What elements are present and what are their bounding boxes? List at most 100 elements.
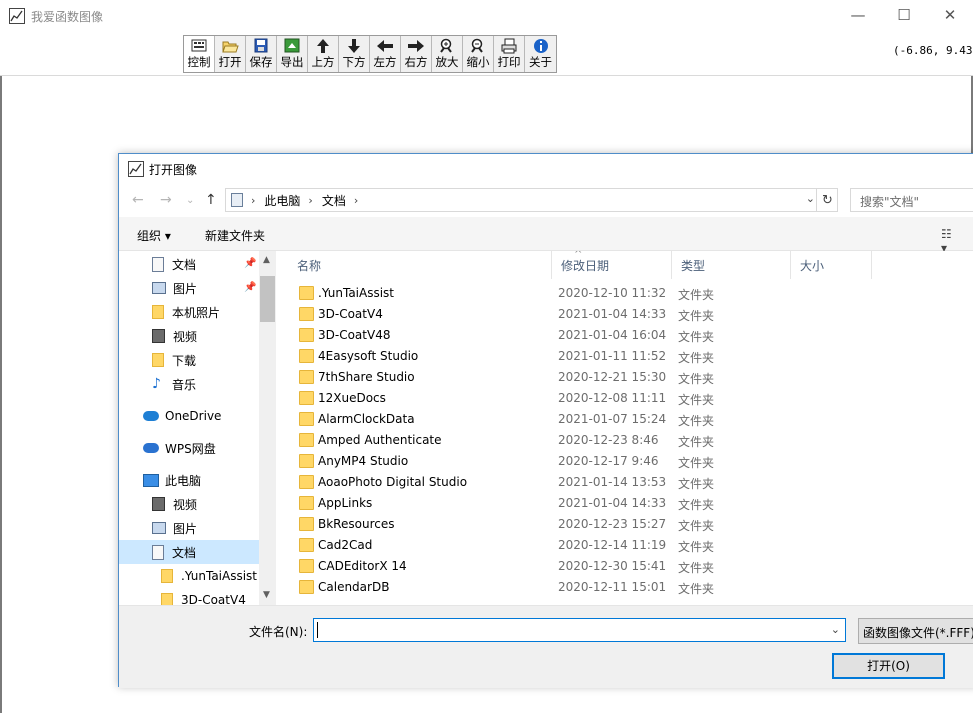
nav-item-videos[interactable]: 视频 [152,492,197,516]
back-arrow-icon[interactable]: ← [132,192,144,208]
text-caret [317,622,318,638]
pan-down-button[interactable]: 下方 [339,36,370,72]
recent-dropdown-icon[interactable]: ⌄ [186,195,194,206]
zoom-in-button[interactable]: 放大 [432,36,463,72]
onedrive-icon [143,411,159,421]
scroll-up-icon[interactable]: ▲ [263,255,270,265]
picture-icon [152,522,166,534]
computer-icon [143,474,159,487]
file-type-filter[interactable]: 函数图像文件(*.FFF) [858,618,973,644]
nav-item-3dcoatv4[interactable]: 3D-CoatV4 [161,588,246,605]
open-button[interactable]: 打开 [215,36,246,72]
new-folder-button[interactable]: 新建文件夹 [205,227,265,244]
file-type: 文件夹 [678,412,714,429]
nav-item-this-pc[interactable]: 此电脑 [143,468,201,492]
nav-pane-scrollbar[interactable]: ▲ ▼ [259,251,276,605]
nav-item-documents-quick[interactable]: 文档 [152,252,196,276]
control-button[interactable]: 控制 [184,36,215,72]
file-date: 2020-12-10 11:32 [558,286,666,300]
documents-location-icon [231,193,243,207]
save-button[interactable]: 保存 [246,36,277,72]
file-date: 2020-12-23 8:46 [558,433,659,447]
file-row[interactable]: 7thShare Studio2020-12-21 15:30文件夹 [277,367,973,388]
file-row[interactable]: BkResources2020-12-23 15:27文件夹 [277,514,973,535]
search-input[interactable]: 搜索"文档" [850,188,973,212]
command-bar: 组织 ▾ 新建文件夹 ☷ ▾ [119,217,973,251]
forward-arrow-icon[interactable]: → [160,192,172,208]
file-row[interactable]: 4Easysoft Studio2021-01-11 11:52文件夹 [277,346,973,367]
file-row[interactable]: AoaoPhoto Digital Studio2021-01-14 13:53… [277,472,973,493]
file-row[interactable]: AnyMP4 Studio2020-12-17 9:46文件夹 [277,451,973,472]
document-icon [152,257,164,272]
nav-item-videos-quick[interactable]: 视频 [152,324,197,348]
up-arrow-icon[interactable]: ↑ [205,192,217,208]
nav-item-music[interactable]: ♪ 音乐 [152,372,196,396]
chevron-down-icon[interactable]: ⌄ [831,623,840,636]
open-label: 打开 [219,55,242,69]
column-header-date[interactable]: 修改日期 [552,251,672,279]
scroll-down-icon[interactable]: ▼ [263,590,270,600]
folder-icon [299,391,314,405]
pan-right-button[interactable]: 右方 [401,36,432,72]
save-icon [252,38,270,54]
address-dropdown-icon[interactable]: ⌄ [806,192,815,205]
folder-icon [299,559,314,573]
minimize-icon: — [851,6,866,24]
breadcrumb-this-pc[interactable]: 此电脑 [264,192,300,209]
nav-item-downloads[interactable]: 下载 [152,348,196,372]
file-name: 3D-CoatV4 [318,307,383,321]
nav-item-yuntaiassist[interactable]: .YunTaiAssist [161,564,257,588]
export-button[interactable]: 导出 [277,36,308,72]
about-button[interactable]: 关于 [525,36,556,72]
minimize-button[interactable]: — [835,0,881,30]
pin-icon[interactable]: 📌 [244,258,256,269]
pan-left-label: 左方 [374,55,397,69]
file-row[interactable]: Amped Authenticate2020-12-23 8:46文件夹 [277,430,973,451]
folder-icon [161,593,173,605]
nav-item-local-photos[interactable]: 本机照片 [152,300,220,324]
nav-item-pictures-quick[interactable]: 图片 [152,276,197,300]
zoom-out-icon [469,38,487,54]
column-header-type[interactable]: 类型 [672,251,791,279]
breadcrumb-documents[interactable]: 文档 [322,192,346,209]
column-header-name[interactable]: 名称 [288,251,552,279]
file-row[interactable]: .YunTaiAssist2020-12-10 11:32文件夹 [277,283,973,304]
nav-item-onedrive[interactable]: OneDrive [143,404,221,428]
control-icon [190,38,208,54]
pan-up-button[interactable]: 上方 [308,36,339,72]
pan-left-button[interactable]: 左方 [370,36,401,72]
file-row[interactable]: 12XueDocs2020-12-08 11:11文件夹 [277,388,973,409]
view-options-icon[interactable]: ☷ ▾ [941,227,957,240]
pan-down-label: 下方 [343,55,366,69]
close-button[interactable]: ✕ [927,0,973,30]
filename-input[interactable]: ⌄ [313,618,846,642]
file-row[interactable]: 3D-CoatV42021-01-04 14:33文件夹 [277,304,973,325]
scrollbar-thumb[interactable] [260,276,275,322]
open-file-button[interactable]: 打开(O) [832,653,945,679]
file-row[interactable]: AlarmClockData2021-01-07 15:24文件夹 [277,409,973,430]
file-date: 2020-12-30 15:41 [558,559,666,573]
file-row[interactable]: CADEditorX 142020-12-30 15:41文件夹 [277,556,973,577]
nav-item-documents-selected[interactable]: 文档 [119,540,259,564]
wps-cloud-icon [143,443,159,453]
file-date: 2020-12-08 11:11 [558,391,666,405]
export-icon [283,38,301,54]
file-row[interactable]: AppLinks2021-01-04 14:33文件夹 [277,493,973,514]
organize-menu[interactable]: 组织 ▾ [137,227,171,244]
folder-icon [299,538,314,552]
refresh-button[interactable]: ↻ [816,188,838,212]
refresh-icon: ↻ [822,193,833,208]
file-row[interactable]: Cad2Cad2020-12-14 11:19文件夹 [277,535,973,556]
nav-item-pictures[interactable]: 图片 [152,516,197,540]
nav-item-wps-cloud[interactable]: WPS网盘 [143,436,216,460]
column-header-size[interactable]: 大小 [791,251,872,279]
file-row[interactable]: CalendarDB2020-12-11 15:01文件夹 [277,577,973,598]
print-button[interactable]: 打印 [494,36,525,72]
pin-icon[interactable]: 📌 [244,282,256,293]
file-row[interactable]: 3D-CoatV482021-01-04 16:04文件夹 [277,325,973,346]
zoom-out-button[interactable]: 缩小 [463,36,494,72]
navigation-pane: 文档 📌 图片 📌 本机照片 视频 下载 ♪ 音乐 OneDrive [119,251,277,605]
file-type: 文件夹 [678,538,714,555]
maximize-button[interactable]: ☐ [881,0,927,30]
address-bar[interactable]: › 此电脑 › 文档 › ⌄ [225,188,838,212]
